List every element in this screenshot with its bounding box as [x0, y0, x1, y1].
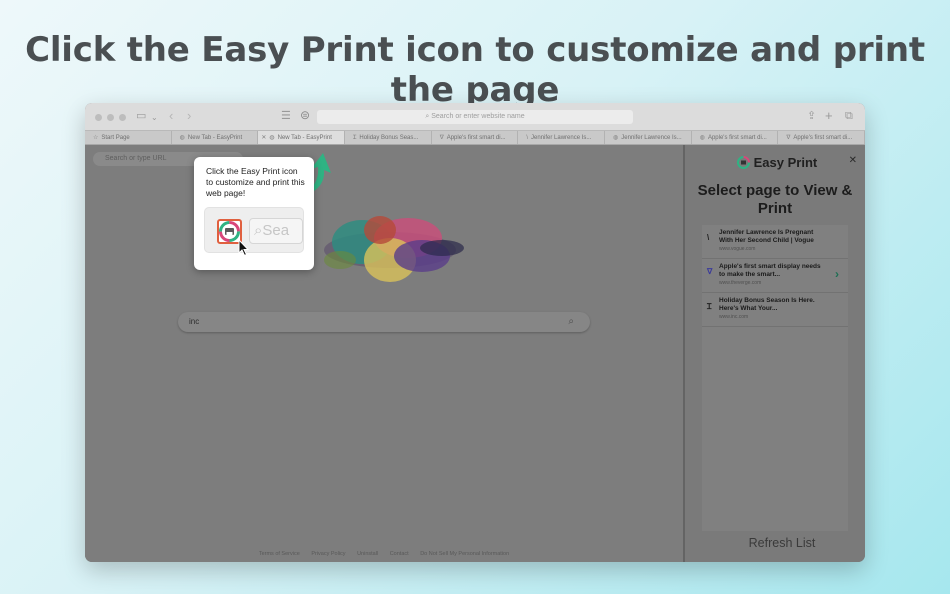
item-title: Apple's first smart display needs to mak…	[719, 263, 821, 278]
tab-easyprint-active[interactable]: ✕ ◍ New Tab - EasyPrint	[258, 131, 346, 144]
terms-link[interactable]: Terms of Service	[259, 551, 300, 557]
tab-start-page[interactable]: ☆ Start Page	[85, 131, 172, 144]
page-search-input[interactable]: inc ⌕	[178, 312, 590, 332]
item-url: www.theverge.com	[719, 280, 762, 286]
minimize-window-button[interactable]	[107, 114, 114, 121]
tab-label: Apple's first smart di...	[707, 135, 767, 141]
back-icon[interactable]: ‹	[169, 109, 173, 122]
chevron-right-icon[interactable]: ›	[835, 267, 839, 281]
tab-label: Apple's first smart di...	[446, 135, 506, 141]
tab-verge[interactable]: ∇ Apple's first smart di...	[432, 131, 519, 144]
color-splash-image	[324, 216, 464, 282]
tab-label: Jennifer Lawrence Is...	[621, 135, 682, 141]
tab-label: New Tab - EasyPrint	[277, 135, 332, 141]
inc-tab-icon: Ɪ	[353, 135, 357, 141]
easyprint-tab-icon: ◍	[179, 135, 185, 141]
tab-easyprint-verge[interactable]: ◍ Apple's first smart di...	[692, 131, 779, 144]
tab-inc[interactable]: Ɪ Holiday Bonus Seas...	[345, 131, 432, 144]
item-url: www.vogue.com	[719, 246, 756, 252]
list-item[interactable]: \ Jennifer Lawrence Is Pregnant With Her…	[702, 225, 848, 259]
headline: Click the Easy Print icon to customize a…	[25, 30, 925, 110]
list-item[interactable]: Ɪ Holiday Bonus Season Is Here. Here's W…	[702, 293, 848, 327]
vogue-icon: \	[707, 233, 710, 242]
uninstall-link[interactable]: Uninstall	[357, 551, 378, 557]
search-value: inc	[189, 317, 200, 326]
page-list: \ Jennifer Lawrence Is Pregnant With Her…	[702, 225, 848, 531]
share-icon[interactable]: ⇪	[807, 111, 816, 122]
close-tab-icon[interactable]: ✕	[261, 131, 266, 144]
demo-toolbar: ⌕Sea	[204, 207, 304, 257]
popup-text: Click the Easy Print icon to customize a…	[206, 166, 305, 198]
item-url: www.inc.com	[719, 314, 749, 320]
verge-tab-icon: ∇	[786, 135, 791, 141]
easyprint-tab-icon: ◍	[613, 135, 619, 141]
demo-search-field: ⌕Sea	[249, 218, 303, 244]
star-icon: ☆	[93, 135, 99, 141]
tab-verge-2[interactable]: ∇ Apple's first smart di...	[778, 131, 865, 144]
vogue-tab-icon: \	[526, 135, 529, 141]
easyprint-tab-icon: ◍	[269, 135, 275, 141]
reader-icon[interactable]: ☰	[281, 111, 291, 122]
easy-print-panel: Easy Print ✕ Select page to View & Print…	[683, 145, 865, 562]
easy-print-icon[interactable]: ⊜	[300, 109, 310, 121]
tab-label: Jennifer Lawrence Is...	[531, 135, 592, 141]
inc-icon: Ɪ	[707, 302, 712, 311]
tab-overview-icon[interactable]: ⧉	[845, 111, 853, 122]
sidebar-icon[interactable]: ▭	[136, 111, 146, 122]
list-item[interactable]: ∇ Apple's first smart display needs to m…	[702, 259, 848, 293]
refresh-list-button[interactable]: Refresh List	[685, 536, 865, 550]
tab-vogue[interactable]: \ Jennifer Lawrence Is...	[518, 131, 606, 144]
browser-toolbar: ▭ ⌄ ‹ › ☰ ⊜ ⌕ Search or enter website na…	[85, 103, 865, 130]
footer-links: Terms of Service Privacy Policy Uninstal…	[85, 551, 683, 557]
easyprint-tab-icon: ◍	[699, 135, 705, 141]
cursor-icon	[238, 239, 250, 257]
page-content: Search or type URL inc ⌕ Terms of Servic…	[85, 145, 683, 562]
onboarding-popup: Click the Easy Print icon to customize a…	[194, 157, 314, 270]
tab-label: Start Page	[101, 135, 130, 141]
tab-easyprint[interactable]: ◍ New Tab - EasyPrint	[172, 131, 259, 144]
panel-brand: Easy Print	[737, 155, 817, 170]
do-not-sell-link[interactable]: Do Not Sell My Personal Information	[420, 551, 509, 557]
panel-title: Select page to View & Print	[697, 182, 853, 217]
verge-icon: ∇	[707, 267, 713, 276]
browser-window: ▭ ⌄ ‹ › ☰ ⊜ ⌕ Search or enter website na…	[85, 103, 865, 562]
contact-link[interactable]: Contact	[390, 551, 409, 557]
address-bar[interactable]: ⌕ Search or enter website name	[317, 110, 633, 124]
close-window-button[interactable]	[95, 114, 102, 121]
zoom-window-button[interactable]	[119, 114, 126, 121]
item-title: Jennifer Lawrence Is Pregnant With Her S…	[719, 229, 814, 244]
verge-tab-icon: ∇	[439, 135, 444, 141]
tab-label: Holiday Bonus Seas...	[359, 135, 419, 141]
search-icon[interactable]: ⌕	[568, 312, 574, 332]
brand-label: Easy Print	[753, 155, 818, 170]
tab-label: Apple's first smart di...	[793, 135, 853, 141]
easy-print-logo-icon	[737, 156, 750, 169]
tab-easyprint-vogue[interactable]: ◍ Jennifer Lawrence Is...	[605, 131, 692, 144]
demo-search-text: Sea	[262, 222, 290, 239]
tab-bar: ☆ Start Page ◍ New Tab - EasyPrint ✕ ◍ New T…	[85, 130, 865, 145]
close-icon[interactable]: ✕	[849, 155, 857, 166]
privacy-link[interactable]: Privacy Policy	[311, 551, 345, 557]
item-title: Holiday Bonus Season Is Here. Here's Wha…	[719, 297, 815, 312]
chevron-down-icon[interactable]: ⌄	[151, 112, 158, 123]
address-placeholder: Search or enter website name	[431, 113, 525, 120]
forward-icon[interactable]: ›	[187, 109, 191, 122]
tab-label: New Tab - EasyPrint	[187, 135, 243, 141]
new-tab-icon[interactable]: +	[825, 109, 833, 122]
